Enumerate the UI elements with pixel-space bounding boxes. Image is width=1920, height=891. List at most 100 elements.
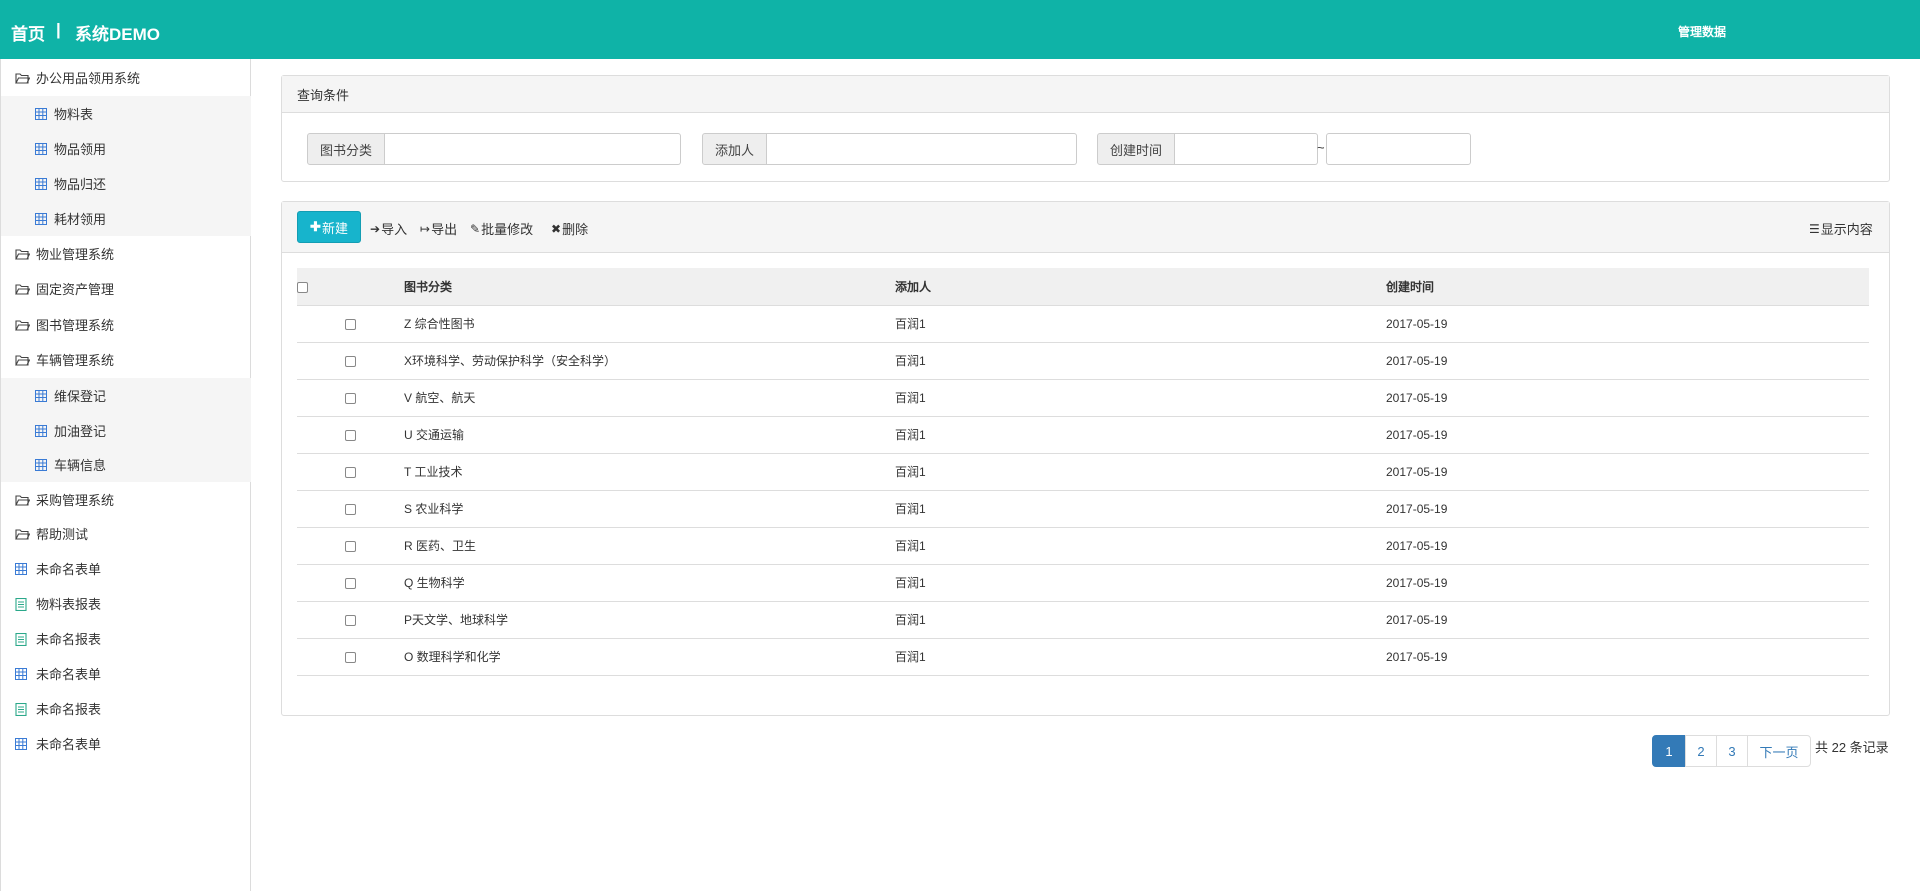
category-cell: O 数理科学和化学 — [404, 638, 895, 676]
table-row[interactable]: Z 综合性图书 百润1 2017-05-19 — [297, 305, 1869, 343]
next-page-button[interactable]: 下一页 — [1747, 735, 1811, 767]
sidebar-item[interactable]: 未命名表单 — [1, 726, 251, 761]
home-link[interactable]: 首页 — [11, 20, 45, 45]
row-checkbox[interactable] — [345, 503, 356, 515]
category-cell: T 工业技术 — [404, 453, 895, 491]
created-cell: 2017-05-19 — [1386, 305, 1869, 343]
export-label: 导出 — [431, 222, 458, 237]
sidebar-item[interactable]: 耗材领用 — [1, 201, 251, 236]
new-button[interactable]: ✚ 新建 — [297, 211, 361, 243]
row-checkbox[interactable] — [345, 429, 356, 441]
table-row[interactable]: P天文学、地球科学 百润1 2017-05-19 — [297, 601, 1869, 639]
sidebar-item[interactable]: 维保登记 — [1, 378, 251, 413]
display-content-button[interactable]: ☰ 显示内容 — [1809, 219, 1873, 238]
folder-icon — [15, 283, 31, 295]
sidebar-item[interactable]: 帮助测试 — [1, 516, 251, 551]
page-1[interactable]: 1 — [1652, 735, 1686, 767]
sidebar-item[interactable]: 物业管理系统 — [1, 236, 251, 271]
close-icon: ✖ — [551, 221, 562, 236]
row-checkbox[interactable] — [345, 392, 356, 404]
sidebar-item[interactable]: 办公用品领用系统 — [1, 60, 251, 95]
col-header-adder[interactable]: 添加人 — [895, 268, 1386, 306]
sidebar-item[interactable]: 图书管理系统 — [1, 307, 251, 342]
created-to-input[interactable] — [1326, 133, 1471, 165]
table-icon — [15, 562, 31, 575]
row-checkbox[interactable] — [345, 540, 356, 552]
adder-cell: 百润1 — [895, 379, 1386, 417]
pagination: 1 2 3 下一页 — [1652, 735, 1811, 767]
folder-icon — [15, 494, 31, 506]
sidebar-item[interactable]: 车辆信息 — [1, 447, 251, 482]
category-input[interactable] — [385, 133, 682, 165]
sidebar-item[interactable]: 车辆管理系统 — [1, 342, 251, 377]
row-checkbox[interactable] — [345, 355, 356, 367]
page-3[interactable]: 3 — [1716, 735, 1748, 767]
sidebar-item[interactable]: 未命名报表 — [1, 691, 251, 726]
sidebar-item-label: 加油登记 — [54, 424, 107, 439]
table-icon — [35, 424, 49, 437]
row-select-cell — [297, 305, 404, 343]
table-icon — [35, 212, 49, 225]
created-cell: 2017-05-19 — [1386, 564, 1869, 602]
sidebar-item[interactable]: 未命名表单 — [1, 656, 251, 691]
import-icon: ➔ — [370, 221, 381, 236]
sidebar-item[interactable]: 采购管理系统 — [1, 482, 251, 517]
top-header: 首页 | 系统DEMO 管理数据 — [0, 0, 1920, 59]
system-title[interactable]: 系统DEMO — [75, 20, 160, 45]
sidebar: 办公用品领用系统物料表物品领用 物品归还 耗材领用 物业管理系统固定资产管理图书管理系… — [0, 59, 251, 891]
sidebar-item-label: 固定资产管理 — [36, 282, 115, 297]
category-filter: 图书分类 — [307, 133, 682, 165]
row-select-cell — [297, 379, 404, 417]
table-row[interactable]: U 交通运输 百润1 2017-05-19 — [297, 416, 1869, 454]
row-checkbox[interactable] — [345, 318, 356, 330]
sidebar-item-label: 采购管理系统 — [36, 493, 115, 508]
delete-button[interactable]: ✖ 删除 — [551, 219, 588, 238]
col-header-created[interactable]: 创建时间 — [1386, 268, 1869, 306]
table-row[interactable]: Q 生物科学 百润1 2017-05-19 — [297, 564, 1869, 602]
table-row[interactable]: O 数理科学和化学 百润1 2017-05-19 — [297, 638, 1869, 676]
export-button[interactable]: ↦ 导出 — [420, 219, 457, 238]
category-cell: R 医药、卫生 — [404, 527, 895, 565]
adder-input[interactable] — [767, 133, 1078, 165]
sidebar-item-label: 未命名表单 — [36, 737, 102, 752]
category-cell: X环境科学、劳动保护科学（安全科学） — [404, 342, 895, 380]
table-row[interactable]: X环境科学、劳动保护科学（安全科学） 百润1 2017-05-19 — [297, 342, 1869, 380]
sidebar-item-label: 未命名表单 — [36, 562, 102, 577]
select-all-checkbox[interactable] — [297, 281, 308, 293]
created-cell: 2017-05-19 — [1386, 490, 1869, 528]
table-row[interactable]: V 航空、航天 百润1 2017-05-19 — [297, 379, 1869, 417]
sidebar-item-label: 物料表 — [54, 107, 94, 122]
table-row[interactable]: T 工业技术 百润1 2017-05-19 — [297, 453, 1869, 491]
sidebar-item[interactable]: 加油登记 — [1, 413, 251, 448]
sidebar-item[interactable]: 物料表报表 — [1, 586, 251, 621]
sidebar-item[interactable]: 物品归还 — [1, 166, 251, 201]
adder-cell: 百润1 — [895, 416, 1386, 454]
adder-cell: 百润1 — [895, 453, 1386, 491]
batch-edit-button[interactable]: ✎ 批量修改 — [470, 219, 533, 238]
row-select-cell — [297, 453, 404, 491]
sidebar-item[interactable]: 未命名表单 — [1, 551, 251, 586]
row-checkbox[interactable] — [345, 614, 356, 626]
adder-cell: 百润1 — [895, 601, 1386, 639]
sidebar-item[interactable]: 物品领用 — [1, 131, 251, 166]
row-select-cell — [297, 416, 404, 454]
table-row[interactable]: R 医药、卫生 百润1 2017-05-19 — [297, 527, 1869, 565]
row-checkbox[interactable] — [345, 651, 356, 663]
delete-label: 删除 — [562, 222, 589, 237]
page-2[interactable]: 2 — [1685, 735, 1717, 767]
import-button[interactable]: ➔ 导入 — [370, 219, 407, 238]
row-checkbox[interactable] — [345, 466, 356, 478]
data-table: 图书分类 添加人 创建时间 Z 综合性图书 百润1 2017-05-19 X环境科学、… — [297, 268, 1869, 676]
sidebar-item-label: 办公用品领用系统 — [36, 71, 141, 86]
sidebar-item[interactable]: 物料表 — [1, 96, 251, 131]
col-header-category[interactable]: 图书分类 — [404, 268, 895, 306]
display-content-label: 显示内容 — [1820, 222, 1873, 237]
sidebar-item[interactable]: 固定资产管理 — [1, 271, 251, 306]
adder-filter: 添加人 — [702, 133, 1078, 165]
manage-data-link[interactable]: 管理数据 — [1678, 23, 1726, 40]
sidebar-item[interactable]: 未命名报表 — [1, 621, 251, 656]
row-checkbox[interactable] — [345, 577, 356, 589]
table-icon — [35, 458, 49, 471]
created-from-input[interactable] — [1175, 133, 1319, 165]
table-row[interactable]: S 农业科学 百润1 2017-05-19 — [297, 490, 1869, 528]
